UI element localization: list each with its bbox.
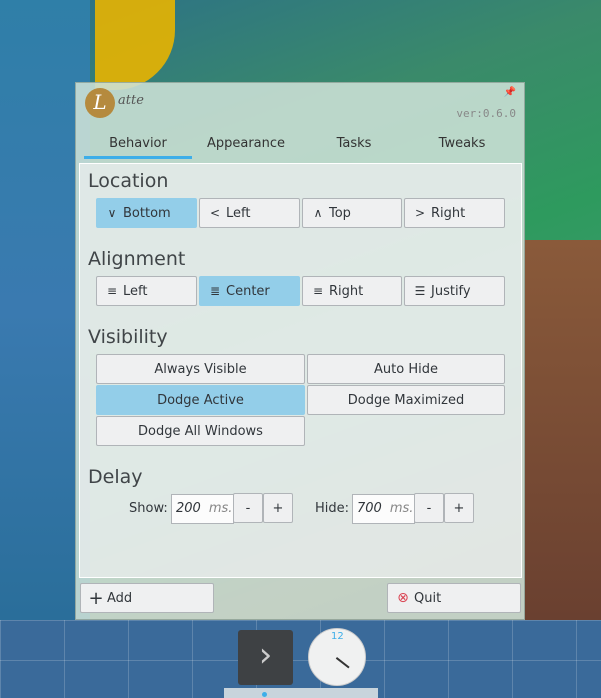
location-left-button[interactable]: < Left [199,198,300,228]
location-bottom-button[interactable]: ∨ Bottom [96,198,197,228]
wallpaper-shape [520,240,601,620]
show-delay-label: Show: [129,501,168,516]
location-heading: Location [88,170,169,192]
show-delay-value: 200 [176,501,201,516]
button-label: Add [107,590,133,606]
align-center-button[interactable]: ≣ Center [199,276,300,306]
hide-delay-label: Hide: [315,501,350,516]
alignment-heading: Alignment [88,248,186,270]
dodge-maximized-button[interactable]: Dodge Maximized [307,385,505,415]
dock-tray [224,688,378,698]
hide-delay-increase-button[interactable]: + [444,493,474,523]
latte-dock [0,620,601,698]
show-delay-increase-button[interactable]: + [263,493,293,523]
pin-icon[interactable]: 📌 [504,87,516,98]
unit-label: ms. [389,501,414,516]
version-label: ver:0.6.0 [456,107,516,120]
location-right-button[interactable]: > Right [404,198,505,228]
button-label: Right [329,283,364,299]
unit-label: ms. [208,501,233,516]
quit-button[interactable]: ⊗ Quit [387,583,521,613]
show-delay-input[interactable]: 200 ms. [171,494,234,524]
button-label: Top [329,205,351,221]
align-left-icon: ≡ [106,284,118,298]
tab-bar: Behavior Appearance Tasks Tweaks [84,133,516,159]
plus-icon: + [88,587,104,609]
add-button[interactable]: + Add [80,583,214,613]
latte-logo-text: atte [118,93,144,108]
location-top-button[interactable]: ∧ Top [302,198,402,228]
chevron-right-icon[interactable]: › [238,630,293,685]
dodge-all-windows-button[interactable]: Dodge All Windows [96,416,305,446]
auto-hide-button[interactable]: Auto Hide [307,354,505,384]
button-label: Left [123,283,148,299]
align-justify-button[interactable]: ☰ Justify [404,276,505,306]
behavior-panel: Location ∨ Bottom < Left ∧ Top > Right Align… [79,163,522,578]
hide-delay-value: 700 [357,501,382,516]
button-label: Quit [414,590,442,606]
active-indicator [262,692,267,697]
chevron-right-icon: > [414,206,426,220]
always-visible-button[interactable]: Always Visible [96,354,305,384]
clock-hand [335,657,350,669]
close-circle-icon: ⊗ [397,590,409,606]
chevron-up-icon: ∧ [313,206,323,220]
latte-settings-window: L atte 📌 ver:0.6.0 Behavior Appearance T… [75,82,525,620]
align-right-icon: ≡ [312,284,324,298]
align-left-button[interactable]: ≡ Left [96,276,197,306]
button-label: Center [226,283,270,299]
tab-behavior[interactable]: Behavior [84,133,192,159]
button-label: Bottom [123,205,171,221]
tab-tweaks[interactable]: Tweaks [408,133,516,159]
hide-delay-input[interactable]: 700 ms. [352,494,415,524]
visibility-heading: Visibility [88,326,168,348]
delay-heading: Delay [88,466,143,488]
align-right-button[interactable]: ≡ Right [302,276,402,306]
latte-logo: L [85,88,115,118]
tab-tasks[interactable]: Tasks [300,133,408,159]
clock-twelve: 12 [331,631,344,642]
wallpaper-shape [95,0,175,90]
dodge-active-button[interactable]: Dodge Active [96,385,305,415]
button-label: Justify [431,283,471,299]
button-label: Right [431,205,466,221]
chevron-down-icon: ∨ [107,206,117,220]
chevron-left-icon: < [209,206,221,220]
align-center-icon: ≣ [209,284,221,298]
align-justify-icon: ☰ [414,284,426,298]
hide-delay-decrease-button[interactable]: - [414,493,444,523]
show-delay-decrease-button[interactable]: - [233,493,263,523]
analog-clock[interactable]: 12 [308,628,366,686]
tab-appearance[interactable]: Appearance [192,133,300,159]
button-label: Left [226,205,251,221]
